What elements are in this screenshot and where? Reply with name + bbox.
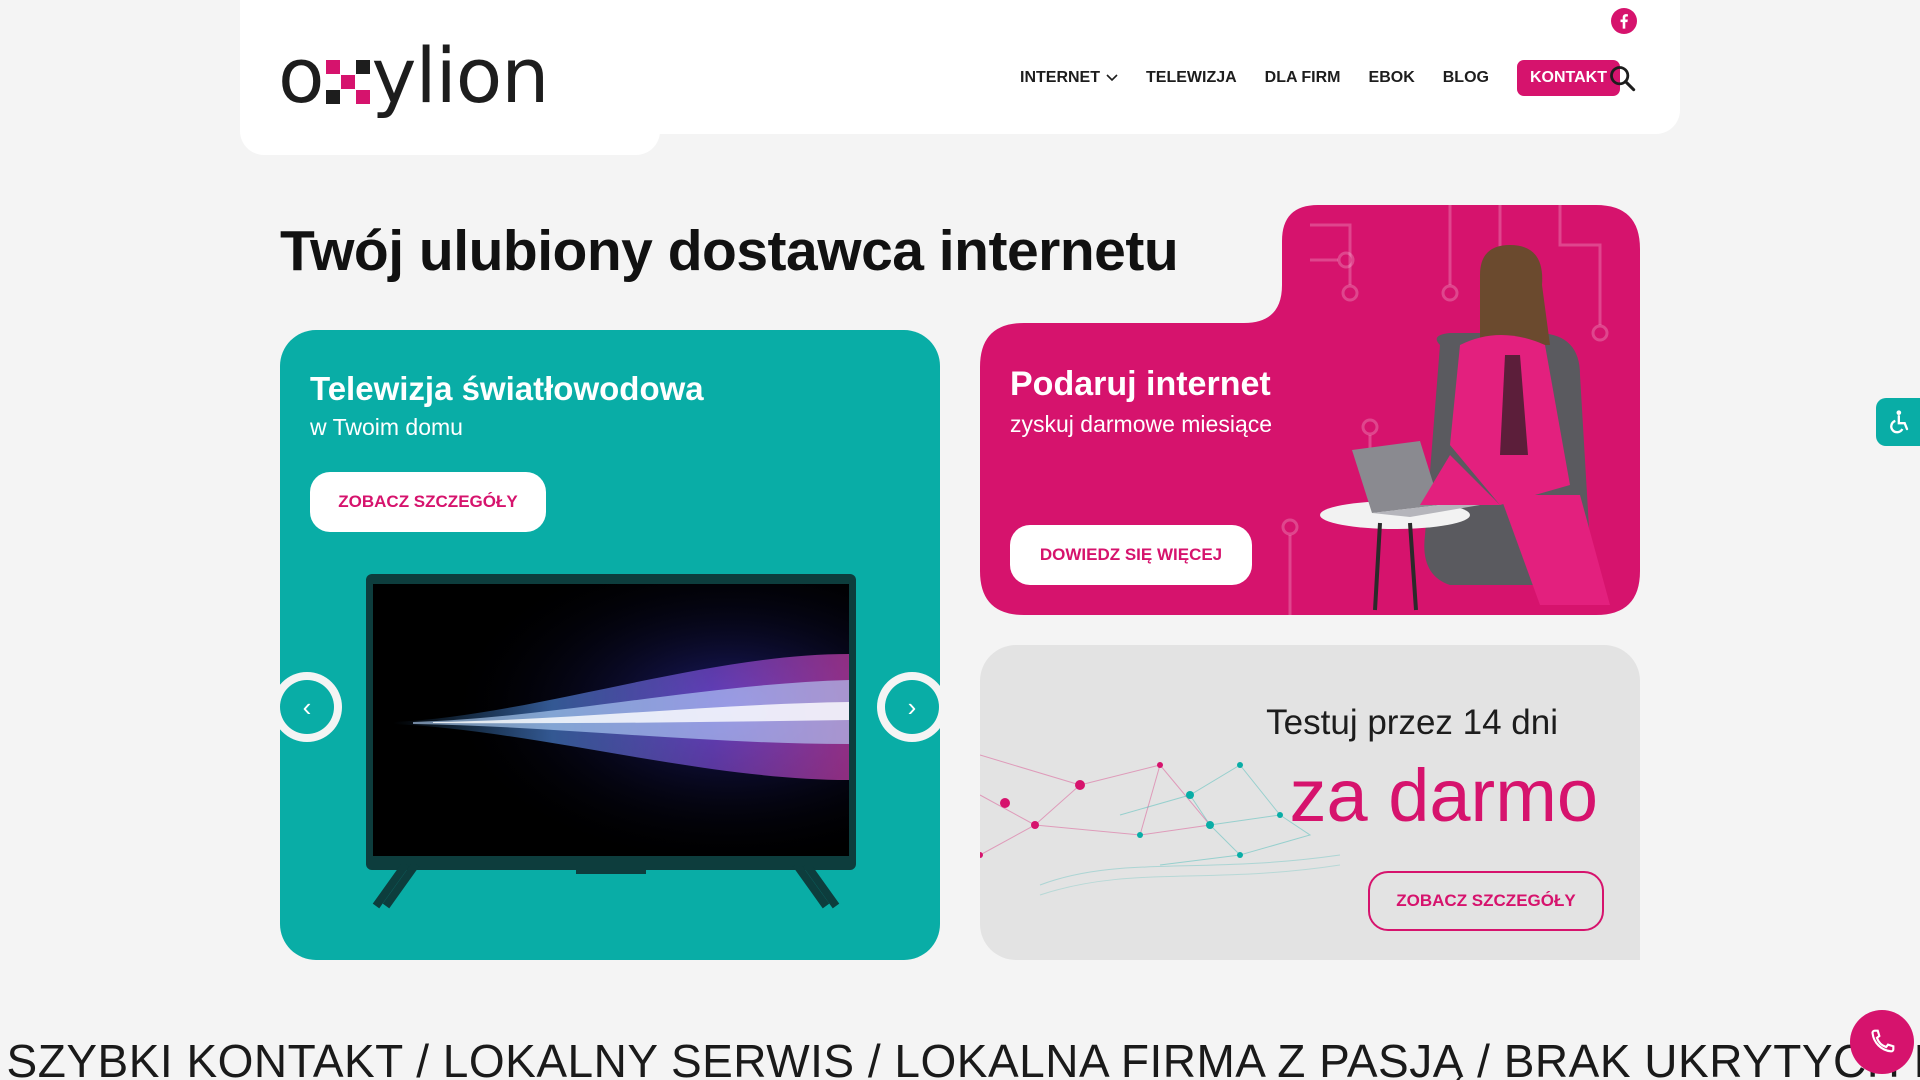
marquee-ticker: / SZYBKI KONTAKT / LOKALNY SERWIS / LOKA… bbox=[0, 1035, 1920, 1080]
free-trial-card[interactable]: Testuj przez 14 dni za darmo ZOBACZ SZCZ… bbox=[980, 645, 1640, 960]
nav-item-telewizja[interactable]: TELEWIZJA bbox=[1146, 69, 1237, 87]
phone-icon bbox=[1871, 1029, 1895, 1053]
call-button[interactable] bbox=[1850, 1010, 1914, 1074]
tv-stand-icon bbox=[372, 864, 840, 909]
gift-card-title: Podaruj internet bbox=[1010, 365, 1271, 403]
carousel-prev-button[interactable]: ‹ bbox=[272, 672, 342, 742]
logo-mark-icon bbox=[325, 60, 370, 104]
trial-text: Testuj przez 14 dni bbox=[1266, 703, 1558, 742]
logo-text-right: ylion bbox=[371, 30, 550, 120]
tv-promo-card[interactable]: Telewizja światłowodowa w Twoim domu ZOB… bbox=[280, 330, 940, 960]
wheelchair-icon bbox=[1890, 410, 1909, 434]
site-logo[interactable]: o ylion bbox=[278, 30, 550, 120]
tv-card-subtitle: w Twoim domu bbox=[310, 414, 463, 440]
light-beam-graphic bbox=[373, 584, 849, 856]
carousel-next-button[interactable]: › bbox=[877, 672, 947, 742]
nav-item-internet[interactable]: INTERNET bbox=[1020, 69, 1118, 87]
free-text: za darmo bbox=[1289, 754, 1598, 837]
tv-card-title: Telewizja światłowodowa bbox=[310, 370, 704, 407]
contact-button[interactable]: KONTAKT bbox=[1516, 60, 1620, 96]
trial-details-button[interactable]: ZOBACZ SZCZEGÓŁY bbox=[1368, 871, 1604, 931]
nav-item-blog[interactable]: BLOG bbox=[1443, 69, 1489, 87]
accessibility-button[interactable] bbox=[1876, 398, 1920, 446]
tv-image bbox=[366, 574, 856, 909]
chevron-right-icon: › bbox=[907, 691, 917, 722]
gift-internet-card[interactable]: Podaruj internet zyskuj darmowe miesiące… bbox=[980, 205, 1640, 615]
learn-more-button[interactable]: DOWIEDZ SIĘ WIĘCEJ bbox=[1010, 525, 1252, 585]
chevron-left-icon: ‹ bbox=[302, 691, 312, 722]
tv-details-button[interactable]: ZOBACZ SZCZEGÓŁY bbox=[310, 472, 546, 532]
logo-text-left: o bbox=[278, 30, 324, 120]
nav-item-dla-firm[interactable]: DLA FIRM bbox=[1265, 69, 1341, 87]
chevron-down-icon bbox=[1106, 74, 1118, 82]
main-nav: INTERNET TELEWIZJA DLA FIRM EBOK BLOG KO… bbox=[1020, 60, 1620, 96]
search-icon[interactable] bbox=[1608, 64, 1636, 92]
facebook-icon[interactable] bbox=[1611, 8, 1637, 34]
nav-item-ebok[interactable]: EBOK bbox=[1369, 69, 1415, 87]
gift-card-subtitle: zyskuj darmowe miesiące bbox=[1010, 411, 1273, 437]
